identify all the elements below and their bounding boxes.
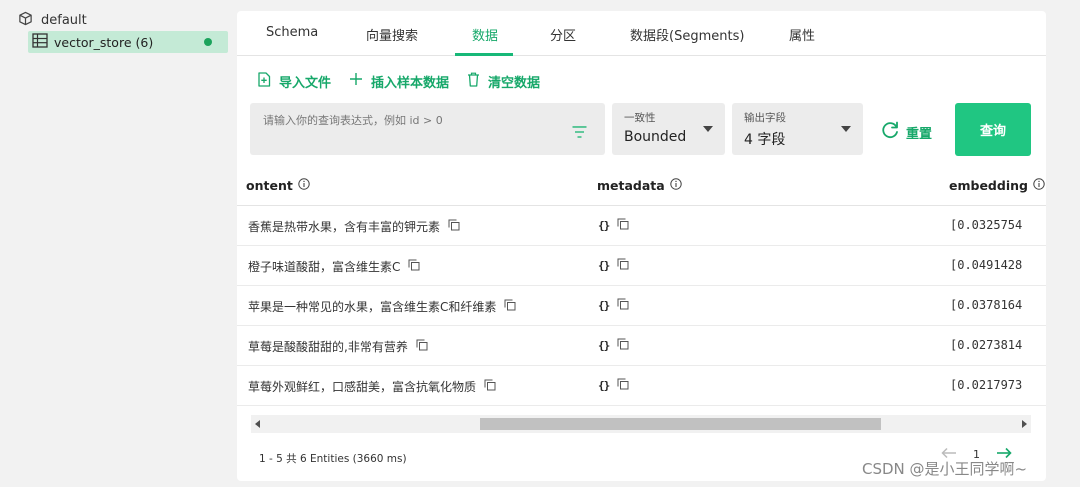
tab-segments[interactable]: 数据段(Segments): [630, 25, 744, 44]
info-icon[interactable]: [298, 178, 310, 193]
reset-label: 重置: [906, 126, 933, 142]
query-expression-input[interactable]: [263, 112, 563, 128]
consistency-value: Bounded: [624, 129, 687, 145]
content-cell: 香蕉是热带水果，含有丰富的钾元素: [248, 218, 460, 235]
metadata-value: {}: [598, 219, 610, 232]
content-cell: 苹果是一种常见的水果，富含维生素C和纤维素: [248, 298, 516, 315]
table-header: ontent metadata embedding: [237, 166, 1046, 206]
copy-icon[interactable]: [617, 298, 629, 313]
output-fields-value: 4 字段: [744, 132, 786, 148]
query-expression-field: [250, 103, 605, 155]
column-header-label: embedding: [949, 178, 1028, 193]
column-header-embedding[interactable]: embedding: [949, 178, 1045, 193]
content-text: 草莓外观鲜红，口感甜美，富含抗氧化物质: [248, 380, 477, 394]
table-row[interactable]: 香蕉是热带水果，含有丰富的钾元素 {} [0.0325754: [237, 206, 1046, 246]
main-panel: Schema 向量搜索 数据 分区 数据段(Segments) 属性 导入文件 …: [237, 11, 1046, 481]
embedding-cell: [0.0491428: [950, 258, 1023, 272]
content-text: 香蕉是热带水果，含有丰富的钾元素: [248, 220, 441, 234]
copy-icon[interactable]: [617, 378, 629, 393]
table-row[interactable]: 草莓是酸酸甜甜的,非常有营养 {} [0.0273814: [237, 326, 1046, 366]
scroll-right-arrow[interactable]: [1022, 420, 1027, 428]
entity-count: 1 - 5 共 6 Entities (3660 ms): [259, 453, 407, 465]
clear-data-button[interactable]: 清空数据: [467, 72, 540, 91]
table-icon: [32, 32, 48, 52]
content-text: 草莓是酸酸甜甜的,非常有营养: [248, 340, 408, 354]
copy-icon[interactable]: [408, 259, 420, 274]
chevron-down-icon: [703, 126, 713, 132]
insert-sample-label: 插入样本数据: [371, 75, 450, 91]
info-icon[interactable]: [670, 178, 682, 193]
table-row[interactable]: 苹果是一种常见的水果，富含维生素C和纤维素 {} [0.0378164: [237, 286, 1046, 326]
tab-properties[interactable]: 属性: [789, 25, 815, 44]
metadata-value: {}: [598, 339, 610, 352]
data-table: ontent metadata embedding 香蕉是热带水果，含有丰富的钾…: [237, 166, 1046, 408]
database-label: default: [41, 12, 87, 28]
tab-data[interactable]: 数据: [472, 25, 498, 44]
content-cell: 橙子味道酸甜，富含维生素C: [248, 258, 420, 275]
database-cube-icon: [18, 11, 33, 30]
import-file-label: 导入文件: [279, 75, 332, 91]
collection-label: vector_store (6): [54, 34, 154, 50]
active-tab-indicator: [455, 53, 513, 56]
tab-schema[interactable]: Schema: [266, 25, 318, 40]
collection-status-dot: [204, 38, 212, 46]
copy-icon[interactable]: [617, 218, 629, 233]
copy-icon[interactable]: [416, 339, 428, 354]
copy-icon[interactable]: [617, 338, 629, 353]
trash-icon: [467, 72, 480, 91]
tree-item-database[interactable]: default: [18, 10, 87, 30]
reset-button[interactable]: 重置: [880, 120, 932, 144]
file-plus-icon: [257, 71, 271, 91]
metadata-cell: {}: [598, 258, 629, 273]
column-header-metadata[interactable]: metadata: [597, 178, 682, 193]
metadata-cell: {}: [598, 298, 629, 313]
filter-icon[interactable]: [572, 123, 587, 142]
output-fields-select[interactable]: 输出字段 4 字段: [732, 103, 863, 155]
csdn-watermark: CSDN @是小王同学啊~: [862, 460, 1028, 478]
collection-tree: default vector_store (6): [0, 0, 236, 487]
consistency-caption: 一致性: [624, 112, 656, 124]
metadata-cell: {}: [598, 378, 629, 393]
content-text: 橙子味道酸甜，富含维生素C: [248, 260, 401, 274]
clear-data-label: 清空数据: [488, 75, 541, 91]
column-header-label: ontent: [246, 178, 293, 193]
metadata-value: {}: [598, 379, 610, 392]
embedding-cell: [0.0378164: [950, 298, 1023, 312]
tab-bar: Schema 向量搜索 数据 分区 数据段(Segments) 属性: [237, 11, 1046, 56]
info-icon[interactable]: [1033, 178, 1045, 193]
content-cell: 草莓是酸酸甜甜的,非常有营养: [248, 338, 428, 355]
tab-vector-search[interactable]: 向量搜索: [366, 25, 418, 44]
metadata-value: {}: [598, 299, 610, 312]
horizontal-scrollbar[interactable]: [251, 415, 1031, 433]
table-row[interactable]: 草莓外观鲜红，口感甜美，富含抗氧化物质 {} [0.0217973: [237, 366, 1046, 406]
tab-partitions[interactable]: 分区: [550, 25, 576, 44]
content-cell: 草莓外观鲜红，口感甜美，富含抗氧化物质: [248, 378, 496, 395]
insert-sample-button[interactable]: 插入样本数据: [349, 72, 449, 91]
column-header-label: metadata: [597, 178, 665, 193]
metadata-cell: {}: [598, 338, 629, 353]
refresh-icon: [880, 120, 900, 144]
tree-item-collection[interactable]: vector_store (6): [28, 31, 228, 53]
copy-icon[interactable]: [504, 299, 516, 314]
consistency-select[interactable]: 一致性 Bounded: [612, 103, 725, 155]
content-text: 苹果是一种常见的水果，富含维生素C和纤维素: [248, 300, 497, 314]
column-header-content[interactable]: ontent: [246, 178, 310, 193]
table-row[interactable]: 橙子味道酸甜，富含维生素C {} [0.0491428: [237, 246, 1046, 286]
embedding-cell: [0.0325754: [950, 218, 1023, 232]
embedding-cell: [0.0273814: [950, 338, 1023, 352]
plus-icon: [349, 72, 363, 90]
chevron-down-icon: [841, 126, 851, 132]
import-file-button[interactable]: 导入文件: [257, 71, 332, 91]
copy-icon[interactable]: [484, 379, 496, 394]
output-fields-caption: 输出字段: [744, 112, 786, 124]
data-actions: 导入文件 插入样本数据 清空数据: [257, 71, 558, 91]
scroll-left-arrow[interactable]: [255, 420, 260, 428]
embedding-cell: [0.0217973: [950, 378, 1023, 392]
scrollbar-thumb[interactable]: [480, 418, 881, 430]
copy-icon[interactable]: [617, 258, 629, 273]
copy-icon[interactable]: [448, 219, 460, 234]
metadata-cell: {}: [598, 218, 629, 233]
metadata-value: {}: [598, 259, 610, 272]
query-button[interactable]: 查询: [955, 103, 1031, 156]
